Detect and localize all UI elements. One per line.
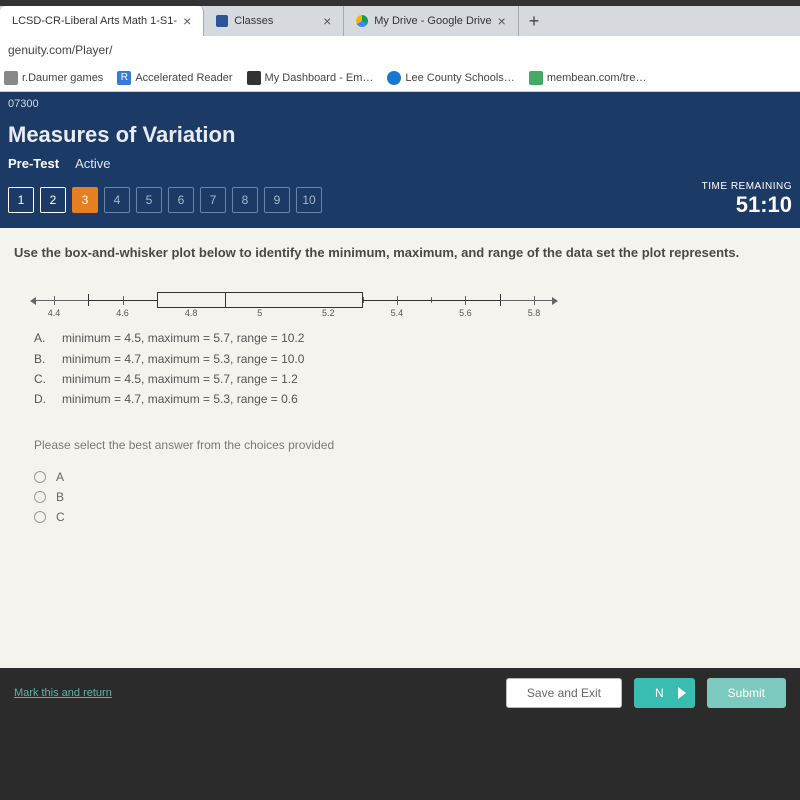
answer-option: D.minimum = 4.7, maximum = 5.3, range = … xyxy=(34,389,786,409)
question-nav: 12345678910 xyxy=(8,187,322,213)
bookmark-icon xyxy=(387,71,401,85)
quiz-header: 07300 Measures of Variation Pre-Test Act… xyxy=(0,92,800,228)
bookmark-item[interactable]: membean.com/tre… xyxy=(529,71,647,85)
submit-button[interactable]: Submit xyxy=(707,678,786,708)
answer-option: C.minimum = 4.5, maximum = 5.7, range = … xyxy=(34,369,786,389)
bookmark-item[interactable]: Lee County Schools… xyxy=(387,71,514,85)
close-icon[interactable]: × xyxy=(323,13,331,29)
choice-list: ABC xyxy=(34,470,786,524)
close-icon[interactable]: × xyxy=(498,13,506,29)
bookmark-icon: R xyxy=(117,71,131,85)
question-nav-10[interactable]: 10 xyxy=(296,187,322,213)
url-text: genuity.com/Player/ xyxy=(8,43,113,57)
subnav-active[interactable]: Active xyxy=(75,156,110,171)
answer-list: A.minimum = 4.5, maximum = 5.7, range = … xyxy=(34,328,786,410)
browser-tab-strip: LCSD-CR-Liberal Arts Math 1-S1- × Classe… xyxy=(0,0,800,36)
next-button[interactable]: N xyxy=(634,678,695,708)
bookmarks-bar: r.Daumer games RAccelerated Reader My Da… xyxy=(0,64,800,92)
question-nav-8[interactable]: 8 xyxy=(232,187,258,213)
course-code: 07300 xyxy=(8,98,792,110)
question-nav-7[interactable]: 7 xyxy=(200,187,226,213)
choice-c[interactable]: C xyxy=(34,510,786,524)
timer-value: 51:10 xyxy=(702,192,792,218)
new-tab-button[interactable]: + xyxy=(519,6,550,36)
question-nav-3[interactable]: 3 xyxy=(72,187,98,213)
timer-label: TIME REMAINING xyxy=(702,181,792,192)
bookmark-icon xyxy=(4,71,18,85)
timer: TIME REMAINING 51:10 xyxy=(702,181,792,218)
question-nav-6[interactable]: 6 xyxy=(168,187,194,213)
question-nav-5[interactable]: 5 xyxy=(136,187,162,213)
question-nav-1[interactable]: 1 xyxy=(8,187,34,213)
question-nav-2[interactable]: 2 xyxy=(40,187,66,213)
tab-drive[interactable]: My Drive - Google Drive × xyxy=(344,6,519,36)
save-exit-button[interactable]: Save and Exit xyxy=(506,678,622,708)
bookmark-item[interactable]: r.Daumer games xyxy=(4,71,103,85)
close-icon[interactable]: × xyxy=(183,13,191,29)
subnav: Pre-Test Active xyxy=(8,156,792,171)
url-bar[interactable]: genuity.com/Player/ xyxy=(0,36,800,64)
classroom-icon xyxy=(216,15,228,27)
page-title: Measures of Variation xyxy=(8,122,792,148)
bookmark-item[interactable]: My Dashboard - Em… xyxy=(247,71,374,85)
box-plot: 4.44.64.855.25.45.65.8 xyxy=(34,282,786,318)
question-nav-4[interactable]: 4 xyxy=(104,187,130,213)
mark-return-link[interactable]: Mark this and return xyxy=(14,687,112,699)
tab-active[interactable]: LCSD-CR-Liberal Arts Math 1-S1- × xyxy=(0,6,204,36)
footer: Mark this and return Save and Exit N Sub… xyxy=(0,668,800,718)
instruction: Please select the best answer from the c… xyxy=(34,438,786,452)
drive-icon xyxy=(356,15,368,27)
bookmark-icon xyxy=(247,71,261,85)
bookmark-item[interactable]: RAccelerated Reader xyxy=(117,71,232,85)
choice-b[interactable]: B xyxy=(34,490,786,504)
choice-a[interactable]: A xyxy=(34,470,786,484)
question-card: Use the box-and-whisker plot below to id… xyxy=(0,228,800,668)
radio-icon xyxy=(34,511,46,523)
radio-icon xyxy=(34,491,46,503)
answer-option: A.minimum = 4.5, maximum = 5.7, range = … xyxy=(34,328,786,348)
tab-title: My Drive - Google Drive xyxy=(374,15,491,27)
tab-title: LCSD-CR-Liberal Arts Math 1-S1- xyxy=(12,15,177,27)
bookmark-icon xyxy=(529,71,543,85)
subnav-pretest[interactable]: Pre-Test xyxy=(8,156,59,171)
radio-icon xyxy=(34,471,46,483)
tab-title: Classes xyxy=(234,15,273,27)
answer-option: B.minimum = 4.7, maximum = 5.3, range = … xyxy=(34,349,786,369)
question-prompt: Use the box-and-whisker plot below to id… xyxy=(14,244,786,262)
question-nav-9[interactable]: 9 xyxy=(264,187,290,213)
tab-classes[interactable]: Classes × xyxy=(204,6,344,36)
